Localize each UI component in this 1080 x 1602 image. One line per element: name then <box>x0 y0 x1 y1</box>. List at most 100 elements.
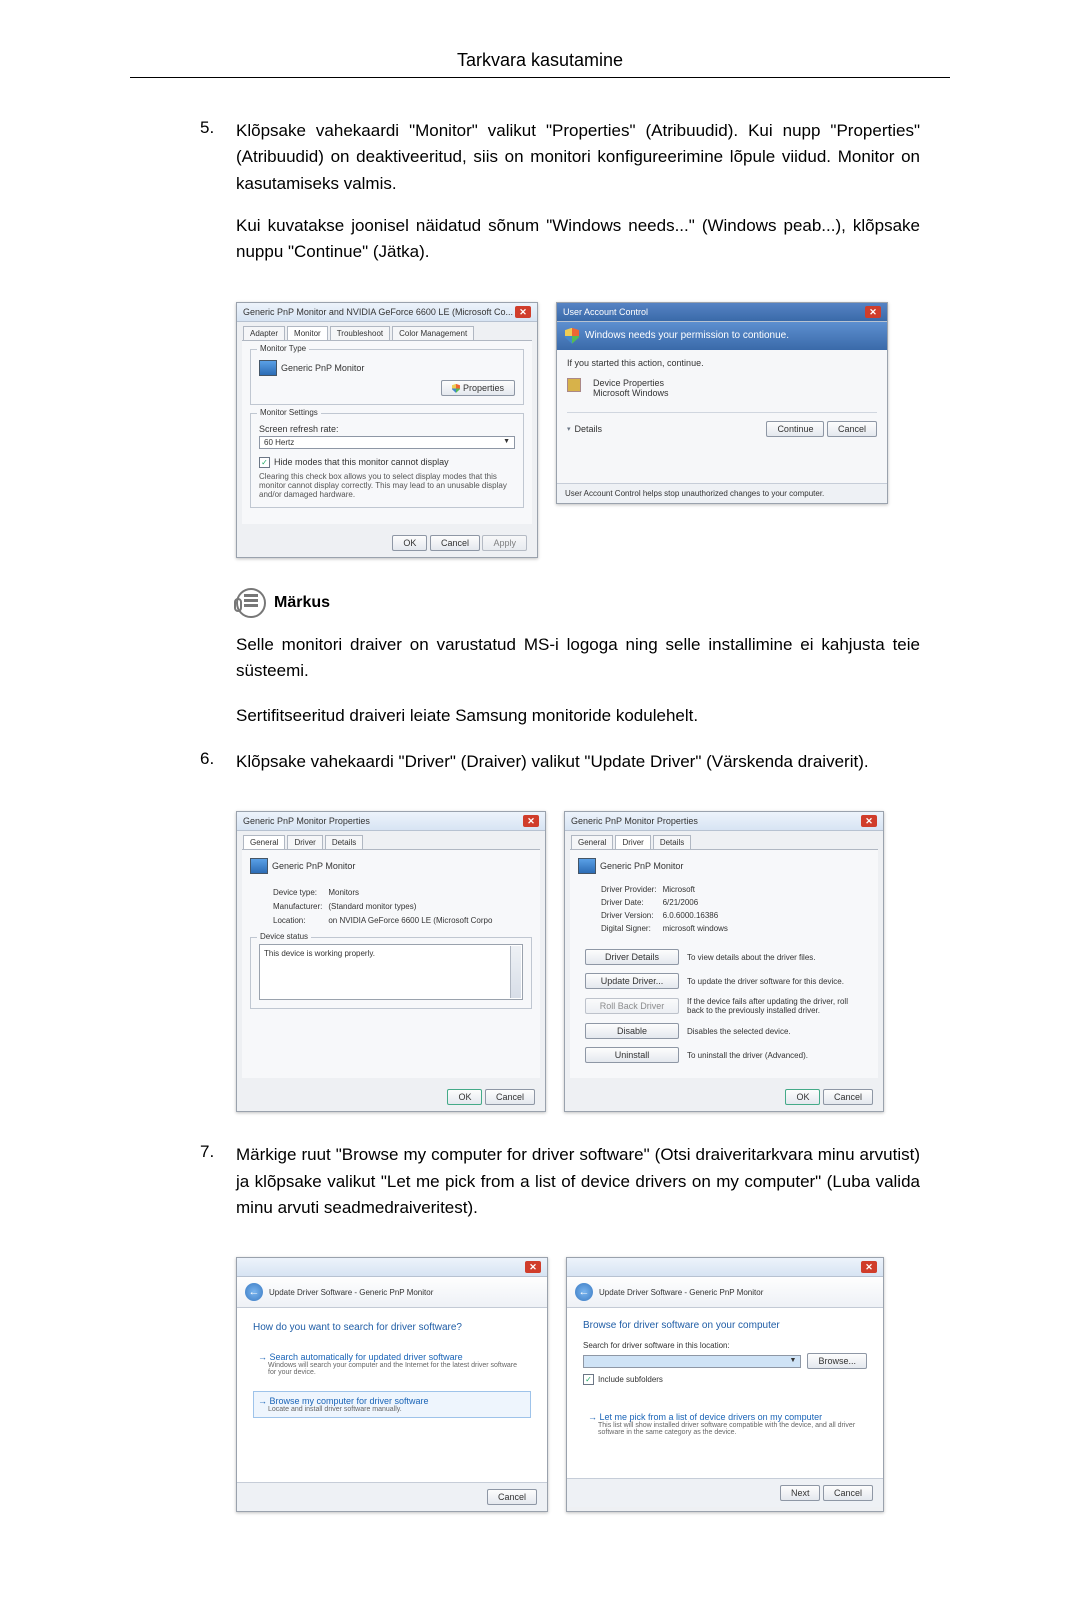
update-driver-desc: To update the driver software for this d… <box>686 972 864 990</box>
tab-monitor[interactable]: Monitor <box>287 326 328 340</box>
driver-date-value: 6/21/2006 <box>662 897 729 908</box>
update-driver-button[interactable]: Update Driver... <box>585 973 679 989</box>
monitor-type-group: Monitor Type <box>257 344 309 353</box>
back-icon[interactable]: ← <box>575 1283 593 1301</box>
device-type-value: Monitors <box>327 887 493 898</box>
step-number: 7. <box>200 1142 236 1237</box>
ok-button[interactable]: OK <box>392 535 427 551</box>
cancel-button[interactable]: Cancel <box>487 1489 537 1505</box>
digital-signer-label: Digital Signer: <box>600 923 658 934</box>
update-wizard-search: ✕ ← Update Driver Software - Generic PnP… <box>236 1257 548 1512</box>
close-icon[interactable]: ✕ <box>865 306 881 318</box>
tab-details[interactable]: Details <box>325 835 363 849</box>
close-icon[interactable]: ✕ <box>515 306 531 318</box>
device-type-label: Device type: <box>272 887 323 898</box>
hide-modes-label: Hide modes that this monitor cannot disp… <box>274 457 449 467</box>
uac-dialog: User Account Control ✕ Windows needs you… <box>556 302 888 504</box>
note-icon <box>236 588 266 618</box>
monitor-type-value: Generic PnP Monitor <box>281 363 364 373</box>
cancel-button[interactable]: Cancel <box>827 421 877 437</box>
browse-button[interactable]: Browse... <box>807 1353 867 1369</box>
option-browse-computer[interactable]: → Browse my computer for driver software… <box>253 1391 531 1418</box>
cancel-button[interactable]: Cancel <box>823 1485 873 1501</box>
manufacturer-value: (Standard monitor types) <box>327 901 493 912</box>
step-number: 6. <box>200 749 236 791</box>
location-combo[interactable]: ▼ <box>583 1355 801 1368</box>
step-number: 5. <box>200 118 236 282</box>
window-title: Generic PnP Monitor and NVIDIA GeForce 6… <box>243 307 513 317</box>
window-title: Generic PnP Monitor Properties <box>243 816 370 826</box>
uac-details[interactable]: Details <box>575 424 603 434</box>
uac-footer: User Account Control helps stop unauthor… <box>557 483 887 503</box>
chevron-down-icon: ▼ <box>503 438 510 447</box>
refresh-rate-label: Screen refresh rate: <box>259 424 515 434</box>
driver-details-button[interactable]: Driver Details <box>585 949 679 965</box>
cancel-button[interactable]: Cancel <box>823 1089 873 1105</box>
roll-back-driver-button[interactable]: Roll Back Driver <box>585 998 679 1014</box>
tab-color-management[interactable]: Color Management <box>392 326 474 340</box>
driver-date-label: Driver Date: <box>600 897 658 908</box>
device-status-group: Device status <box>257 932 311 941</box>
tab-driver[interactable]: Driver <box>615 835 650 849</box>
continue-button[interactable]: Continue <box>766 421 824 437</box>
hide-modes-checkbox[interactable]: ✓ <box>259 457 270 468</box>
manufacturer-label: Manufacturer: <box>272 901 323 912</box>
uac-ms-windows: Microsoft Windows <box>593 388 669 398</box>
option-search-auto[interactable]: → Search automatically for updated drive… <box>253 1347 531 1381</box>
location-label: Location: <box>272 915 323 926</box>
tab-driver[interactable]: Driver <box>287 835 322 849</box>
driver-version-value: 6.0.6000.16386 <box>662 910 729 921</box>
tab-general[interactable]: General <box>571 835 613 849</box>
refresh-rate-combo[interactable]: 60 Hertz▼ <box>259 436 515 449</box>
shield-icon <box>452 384 460 393</box>
scrollbar[interactable] <box>510 946 521 998</box>
close-icon[interactable]: ✕ <box>525 1261 541 1273</box>
step-5: 5. Klõpsake vahekaardi "Monitor" valikut… <box>200 118 920 282</box>
search-location-label: Search for driver software in this locat… <box>583 1341 867 1350</box>
step7-text: Märkige ruut "Browse my computer for dri… <box>236 1142 920 1221</box>
cancel-button[interactable]: Cancel <box>485 1089 535 1105</box>
monitor-icon <box>578 858 596 874</box>
properties-button[interactable]: Properties <box>441 380 515 396</box>
driver-details-desc: To view details about the driver files. <box>686 948 864 966</box>
device-icon <box>567 378 581 392</box>
uac-if-started: If you started this action, continue. <box>567 358 877 368</box>
close-icon[interactable]: ✕ <box>523 815 539 827</box>
option-let-me-pick[interactable]: → Let me pick from a list of device driv… <box>583 1407 867 1441</box>
wizard-heading: Browse for driver software on your compu… <box>583 1320 867 1331</box>
note-heading: Märkus <box>236 588 920 618</box>
monitor-icon <box>259 360 277 376</box>
include-subfolders-label: Include subfolders <box>598 1375 663 1384</box>
tab-adapter[interactable]: Adapter <box>243 326 285 340</box>
cancel-button[interactable]: Cancel <box>430 535 480 551</box>
close-icon[interactable]: ✕ <box>861 1261 877 1273</box>
note-p1: Selle monitori draiver on varustatud MS-… <box>236 632 920 685</box>
properties-driver-dialog: Generic PnP Monitor Properties ✕ General… <box>564 811 884 1112</box>
apply-button[interactable]: Apply <box>482 535 527 551</box>
driver-version-label: Driver Version: <box>600 910 658 921</box>
device-name: Generic PnP Monitor <box>600 861 683 871</box>
device-status-text: This device is working properly. <box>259 944 523 1000</box>
note-p2: Sertifitseeritud draiveri leiate Samsung… <box>236 703 920 729</box>
wizard-heading: How do you want to search for driver sof… <box>253 1322 531 1333</box>
window-title: Generic PnP Monitor Properties <box>571 816 698 826</box>
uac-title: User Account Control <box>563 307 648 317</box>
uninstall-button[interactable]: Uninstall <box>585 1047 679 1063</box>
figure-row-3: ✕ ← Update Driver Software - Generic PnP… <box>236 1257 920 1512</box>
tab-general[interactable]: General <box>243 835 285 849</box>
ok-button[interactable]: OK <box>785 1089 820 1105</box>
step5-para2: Kui kuvatakse joonisel näidatud sõnum "W… <box>236 213 920 266</box>
properties-general-dialog: Generic PnP Monitor Properties ✕ General… <box>236 811 546 1112</box>
chevron-down-icon[interactable]: ▾ <box>567 425 571 433</box>
next-button[interactable]: Next <box>780 1485 821 1501</box>
breadcrumb: Update Driver Software - Generic PnP Mon… <box>269 1288 433 1297</box>
include-subfolders-checkbox[interactable]: ✓ <box>583 1374 594 1385</box>
option-desc: Locate and install driver software manua… <box>268 1406 526 1413</box>
close-icon[interactable]: ✕ <box>861 815 877 827</box>
tab-details[interactable]: Details <box>653 835 691 849</box>
disable-button[interactable]: Disable <box>585 1023 679 1039</box>
back-icon[interactable]: ← <box>245 1283 263 1301</box>
ok-button[interactable]: OK <box>447 1089 482 1105</box>
tab-troubleshoot[interactable]: Troubleshoot <box>330 326 390 340</box>
monitor-dialog: Generic PnP Monitor and NVIDIA GeForce 6… <box>236 302 538 558</box>
